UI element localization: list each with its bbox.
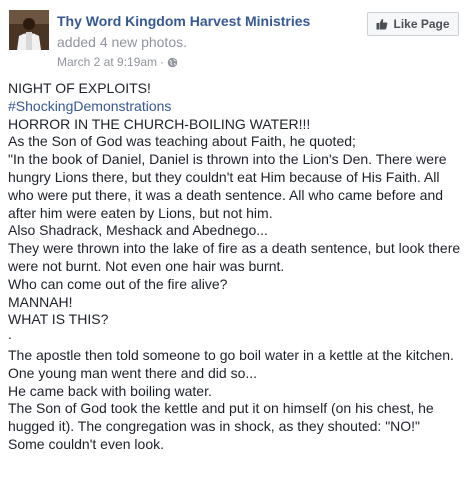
post-line: after him were eaten by Lions, but not h… (8, 204, 273, 221)
photo-count-link[interactable]: 4 new photos. (100, 34, 187, 50)
page-avatar[interactable] (9, 10, 49, 50)
like-page-label: Like Page (393, 17, 450, 31)
facebook-post: Thy Word Kingdom Harvest Ministries adde… (0, 0, 469, 492)
post-line: who were put there, it was a death sente… (8, 186, 444, 203)
post-line: Also Shadrack, Meshack and Abednego... (8, 222, 268, 239)
post-line: One young man went there and did so... (8, 364, 258, 381)
post-line: hugged it). The congregation was in shoc… (8, 418, 421, 435)
meta-separator: · (160, 55, 165, 69)
action-text: added (57, 34, 96, 50)
post-line: "In the book of Daniel, Daniel is thrown… (8, 151, 447, 168)
post-line: HORROR IN THE CHURCH-BOILING WATER!!! (8, 115, 311, 132)
post-timestamp[interactable]: March 2 at 9:19am (57, 55, 157, 69)
page-name-link[interactable]: Thy Word Kingdom Harvest Ministries (57, 13, 310, 29)
post-line: WHAT IS THIS? (8, 311, 109, 328)
post-body: NIGHT OF EXPLOITS! #ShockingDemonstratio… (8, 80, 469, 454)
post-line: Who can come out of the fire alive? (8, 275, 228, 292)
post-line: NIGHT OF EXPLOITS! (8, 80, 151, 96)
post-action: added 4 new photos. (57, 34, 187, 50)
post-line: They were thrown into the lake of fire a… (8, 240, 461, 257)
post-line: As the Son of God was teaching about Fai… (8, 133, 356, 150)
like-page-button[interactable]: Like Page (367, 12, 459, 36)
post-line: hungry Lions there, but they couldn't ea… (8, 168, 440, 185)
post-line: MANNAH! (8, 293, 73, 310)
post-line: The Son of God took the kettle and put i… (8, 400, 434, 417)
globe-icon[interactable] (167, 57, 178, 68)
post-line: . (8, 329, 12, 343)
post-line: were not burnt. Not even one hair was bu… (8, 257, 285, 274)
post-line: The apostle then told someone to go boil… (8, 346, 454, 363)
post-meta: March 2 at 9:19am · (57, 55, 178, 69)
hashtag-link[interactable]: #ShockingDemonstrations (8, 98, 469, 116)
thumbs-up-icon (376, 18, 388, 30)
post-line: He came back with boiling water. (8, 382, 212, 399)
post-line: Some couldn't even look. (8, 435, 164, 452)
